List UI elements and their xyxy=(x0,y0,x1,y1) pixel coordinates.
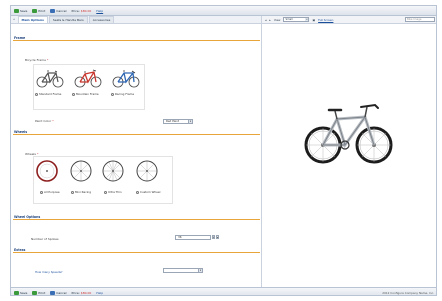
image-search-input[interactable]: Bike Image xyxy=(405,17,435,22)
save-icon xyxy=(14,290,19,295)
radio-icon xyxy=(136,190,139,194)
help-link[interactable]: Help xyxy=(96,9,103,13)
chevron-down-icon: ▾ xyxy=(188,120,192,123)
tab-main-options[interactable]: Main Options xyxy=(17,16,48,23)
section-wheel-options-heading: Wheel Options xyxy=(13,215,260,220)
spokes-stepper: ▾ ▴ xyxy=(212,235,219,239)
section-extras-heading: Extras xyxy=(13,248,260,253)
standard-frame-image[interactable] xyxy=(36,67,64,89)
bottom-toolbar: Save Print Cancel Price: $80.00 Help 2012… xyxy=(11,287,436,295)
nav-back-icon[interactable]: ◂ xyxy=(265,18,266,22)
frame-options-box: Standard Frame Mountain Frame Racing Fra… xyxy=(33,64,145,110)
nav-forward-icon[interactable]: ▸ xyxy=(269,18,270,22)
chevron-down-icon: ▾ xyxy=(305,18,309,21)
chevron-down-icon: ▾ xyxy=(198,269,202,272)
radio-icon xyxy=(104,190,107,194)
tab-seats-handle-bars[interactable]: Seats & Handle Bars xyxy=(48,16,88,23)
print-icon xyxy=(32,8,38,13)
options-panel: ◂ Main Options Seats & Handle Bars Acces… xyxy=(11,16,262,287)
mini-racing-wheel-image[interactable] xyxy=(70,159,92,183)
radio-icon xyxy=(71,190,74,194)
mountain-frame-image[interactable] xyxy=(74,67,102,89)
stepper-up-icon[interactable]: ▴ xyxy=(216,235,219,239)
section-frame-heading: Frame xyxy=(13,36,260,41)
radio-icon xyxy=(72,92,75,96)
tab-accessories[interactable]: Accessories xyxy=(88,16,115,23)
fullscreen-link[interactable]: Full Screen xyxy=(318,18,333,22)
bicycle-frame-label: Bicycle Frame * xyxy=(25,58,49,62)
all-purpose-wheel-image[interactable] xyxy=(36,159,58,183)
speeds-label: How many Speeds? xyxy=(35,270,63,274)
ultra-thin-wheel-image[interactable] xyxy=(102,159,124,183)
fullscreen-icon[interactable]: ▣ xyxy=(312,18,315,22)
all-purpose-radio[interactable]: All Purpose xyxy=(40,190,60,194)
custom-wheel-radio[interactable]: Custom Wheel xyxy=(136,190,160,194)
paint-color-label: Paint Color * xyxy=(35,119,54,123)
save-button-bottom[interactable]: Save xyxy=(14,290,27,295)
section-wheels-heading: Wheels xyxy=(13,130,260,135)
wheel-options-box: All Purpose Mini Racing Ultra Thin Custo… xyxy=(33,156,173,204)
cancel-icon xyxy=(50,290,56,295)
radio-icon xyxy=(35,92,38,96)
price-value: $80.00 xyxy=(80,8,92,13)
paint-color-select[interactable]: Red Paint ▾ xyxy=(163,119,193,124)
price-status-bottom: Price: $80.00 xyxy=(71,290,92,295)
save-icon xyxy=(14,8,19,13)
help-link-bottom[interactable]: Help xyxy=(96,291,103,295)
speeds-select[interactable]: ▾ xyxy=(163,268,203,273)
stepper-down-icon[interactable]: ▾ xyxy=(212,235,215,239)
save-button[interactable]: Save xyxy=(14,8,27,13)
preview-toolbar: ◂ ▸ View Small ▾ ▣ Full Screen Bike Image xyxy=(262,16,436,24)
tab-scroll-left-icon[interactable]: ◂ xyxy=(13,16,17,23)
ultra-thin-radio[interactable]: Ultra Thin xyxy=(104,190,122,194)
custom-wheel-image[interactable] xyxy=(136,159,158,183)
print-button-bottom[interactable]: Print xyxy=(32,290,45,295)
cancel-button-bottom[interactable]: Cancel xyxy=(50,290,66,295)
print-button[interactable]: Print xyxy=(32,8,45,13)
racing-frame-radio[interactable]: Racing Frame xyxy=(111,92,134,96)
price-status: Price: $80.00 xyxy=(71,8,92,13)
cancel-icon xyxy=(50,8,56,13)
top-toolbar: Save Print Cancel Price: $80.00 Help xyxy=(11,6,436,16)
standard-frame-radio[interactable]: Standard Frame xyxy=(35,92,61,96)
print-icon xyxy=(32,290,38,295)
mountain-frame-radio[interactable]: Mountain Frame xyxy=(72,92,99,96)
tab-bar: ◂ Main Options Seats & Handle Bars Acces… xyxy=(11,16,261,24)
spokes-input[interactable]: 36 xyxy=(175,235,211,240)
spokes-label: Number of Spokes xyxy=(31,237,59,241)
preview-panel: ◂ ▸ View Small ▾ ▣ Full Screen Bike Image xyxy=(262,16,436,287)
view-size-select[interactable]: Small ▾ xyxy=(283,17,310,22)
configurator-window: Save Print Cancel Price: $80.00 Help ◂ Ma… xyxy=(10,5,437,296)
bike-preview-image xyxy=(304,103,393,164)
racing-frame-image[interactable] xyxy=(112,67,140,89)
mini-racing-radio[interactable]: Mini Racing xyxy=(71,190,91,194)
copyright-text: 2012 Configure Company Name, Inc. xyxy=(382,290,434,295)
radio-icon xyxy=(40,190,43,194)
cancel-button[interactable]: Cancel xyxy=(50,8,66,13)
view-label: View xyxy=(273,17,281,22)
radio-icon xyxy=(111,92,114,96)
